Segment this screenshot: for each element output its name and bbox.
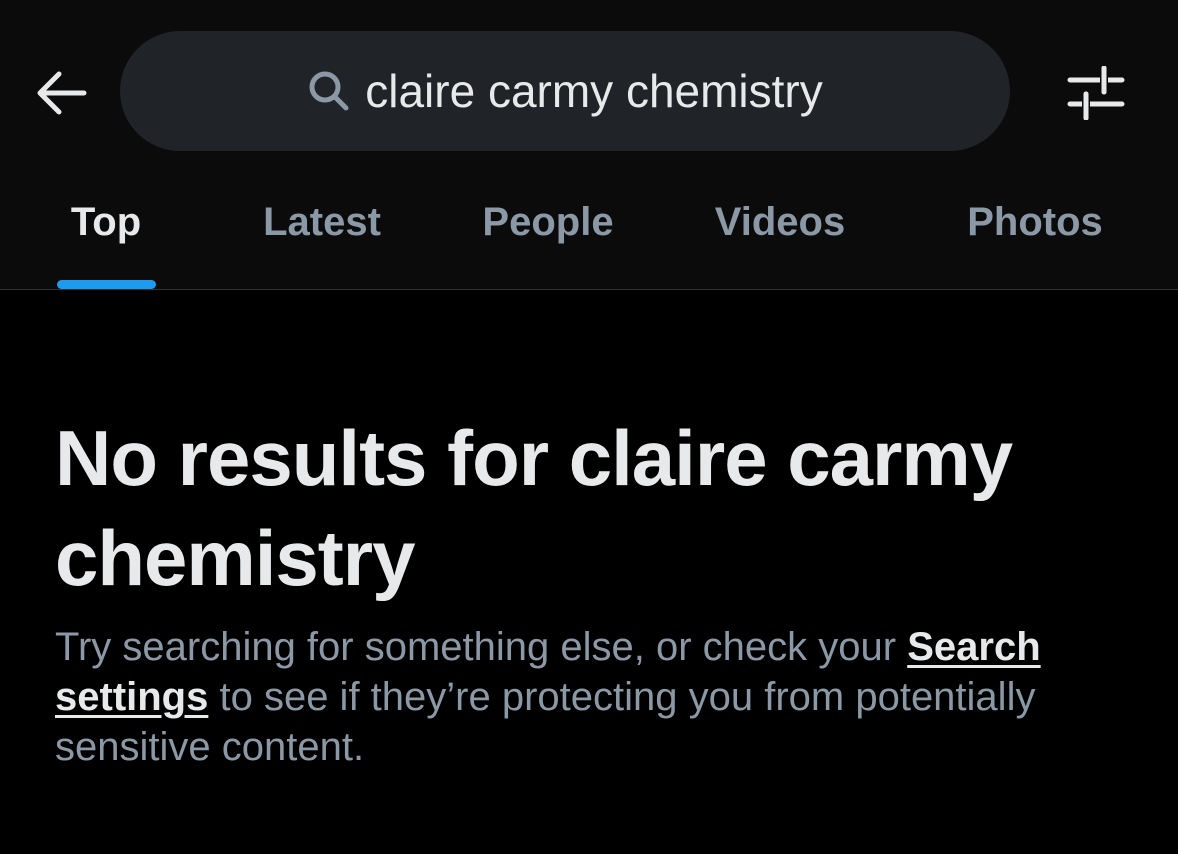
sliders-icon bbox=[1067, 66, 1125, 120]
divider bbox=[0, 289, 1178, 290]
tab-top[interactable]: Top bbox=[40, 178, 172, 290]
tab-label: Photos bbox=[967, 200, 1103, 244]
empty-state-title: No results for claire carmy chemistry bbox=[55, 414, 1013, 602]
search-icon bbox=[307, 69, 351, 113]
tab-label: Top bbox=[70, 200, 142, 244]
tab-label: Videos bbox=[714, 200, 846, 244]
active-tab-indicator bbox=[57, 280, 156, 289]
search-tabs: Top Latest People Videos Photos bbox=[0, 178, 1178, 290]
tab-photos[interactable]: Photos bbox=[940, 178, 1130, 290]
search-query-text: claire carmy chemistry bbox=[365, 65, 823, 117]
tab-people[interactable]: People bbox=[460, 178, 636, 290]
tab-label: Latest bbox=[263, 200, 381, 244]
search-filter-button[interactable] bbox=[1058, 60, 1134, 126]
back-button[interactable] bbox=[28, 62, 94, 124]
tab-videos[interactable]: Videos bbox=[690, 178, 870, 290]
tab-label: People bbox=[482, 200, 614, 244]
tab-latest[interactable]: Latest bbox=[240, 178, 404, 290]
search-input[interactable]: claire carmy chemistry bbox=[120, 31, 1010, 151]
empty-state-text: Try searching for something else, or che… bbox=[55, 625, 908, 669]
arrow-left-icon bbox=[37, 71, 87, 115]
empty-state-message: Try searching for something else, or che… bbox=[55, 622, 1145, 772]
search-header: claire carmy chemistry Top Latest People… bbox=[0, 0, 1178, 290]
